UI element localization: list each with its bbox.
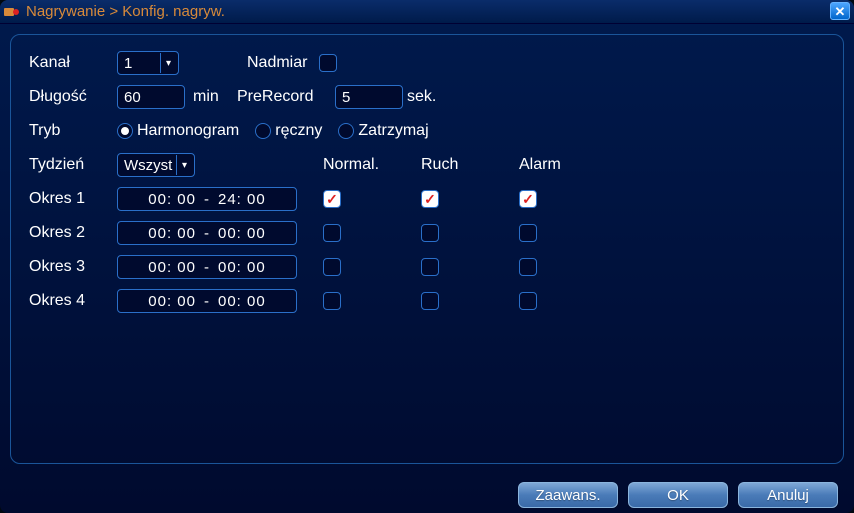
row-length: Długość 60 min PreRecord 5 sek. <box>29 85 825 109</box>
time-to: 00: 00 <box>218 259 266 276</box>
titlebar: Nagrywanie > Konfig. nagryw. ✕ <box>0 0 854 24</box>
input-length-value: 60 <box>124 89 141 106</box>
period-time-range[interactable]: 00: 00-00: 00 <box>117 289 297 313</box>
time-from: 00: 00 <box>148 191 196 208</box>
label-mode-manual: ręczny <box>275 122 322 140</box>
dash: - <box>204 191 210 208</box>
content-panel: Kanał 1 ▾ Nadmiar Długość 60 min PreReco… <box>10 34 844 464</box>
time-to: 00: 00 <box>218 225 266 242</box>
checkbox-redundancy[interactable] <box>319 54 337 72</box>
period-label: Okres 3 <box>29 258 117 276</box>
radio-manual[interactable] <box>255 123 271 139</box>
input-prerecord-value: 5 <box>342 89 350 106</box>
period-row-1: Okres 100: 00-24: 00 <box>29 187 825 211</box>
chevron-down-icon: ▾ <box>160 53 176 73</box>
advanced-button[interactable]: Zaawans. <box>518 482 618 508</box>
label-min: min <box>193 88 237 106</box>
checkbox-period-normal[interactable] <box>323 292 341 310</box>
period-time-range[interactable]: 00: 00-00: 00 <box>117 221 297 245</box>
checkbox-period-normal[interactable] <box>323 190 341 208</box>
dash: - <box>204 225 210 242</box>
period-row-3: Okres 300: 00-00: 00 <box>29 255 825 279</box>
checkbox-period-alarm[interactable] <box>519 258 537 276</box>
period-label: Okres 1 <box>29 190 117 208</box>
checkbox-period-normal[interactable] <box>323 224 341 242</box>
time-from: 00: 00 <box>148 225 196 242</box>
header-alarm: Alarm <box>519 156 617 174</box>
label-week: Tydzień <box>29 156 117 174</box>
radio-schedule[interactable] <box>117 123 133 139</box>
header-motion: Ruch <box>421 156 519 174</box>
label-mode: Tryb <box>29 122 117 140</box>
input-prerecord[interactable]: 5 <box>335 85 403 109</box>
checkbox-period-motion[interactable] <box>421 190 439 208</box>
select-channel[interactable]: 1 ▾ <box>117 51 179 75</box>
period-time-range[interactable]: 00: 00-00: 00 <box>117 255 297 279</box>
checkbox-period-alarm[interactable] <box>519 190 537 208</box>
time-from: 00: 00 <box>148 259 196 276</box>
period-row-2: Okres 200: 00-00: 00 <box>29 221 825 245</box>
close-button[interactable]: ✕ <box>830 2 850 20</box>
ok-button[interactable]: OK <box>628 482 728 508</box>
checkbox-period-normal[interactable] <box>323 258 341 276</box>
input-length[interactable]: 60 <box>117 85 185 109</box>
label-channel: Kanał <box>29 54 117 72</box>
checkbox-period-motion[interactable] <box>421 292 439 310</box>
checkbox-period-alarm[interactable] <box>519 224 537 242</box>
label-prerecord: PreRecord <box>237 88 335 106</box>
period-time-range[interactable]: 00: 00-24: 00 <box>117 187 297 211</box>
period-label: Okres 2 <box>29 224 117 242</box>
checkbox-period-motion[interactable] <box>421 258 439 276</box>
time-to: 00: 00 <box>218 293 266 310</box>
label-redundancy: Nadmiar <box>247 54 307 72</box>
label-sec: sek. <box>407 88 436 106</box>
checkbox-period-alarm[interactable] <box>519 292 537 310</box>
row-mode: Tryb Harmonogram ręczny Zatrzymaj <box>29 119 825 143</box>
chevron-down-icon: ▾ <box>176 155 192 175</box>
checkbox-period-motion[interactable] <box>421 224 439 242</box>
radio-stop[interactable] <box>338 123 354 139</box>
cancel-button[interactable]: Anuluj <box>738 482 838 508</box>
dash: - <box>204 259 210 276</box>
window: Nagrywanie > Konfig. nagryw. ✕ Kanał 1 ▾… <box>0 0 854 513</box>
label-mode-stop: Zatrzymaj <box>358 122 428 140</box>
time-from: 00: 00 <box>148 293 196 310</box>
label-mode-schedule: Harmonogram <box>137 122 239 140</box>
record-config-icon <box>4 4 20 20</box>
row-channel: Kanał 1 ▾ Nadmiar <box>29 51 825 75</box>
select-week-value: Wszyst <box>124 157 172 174</box>
time-to: 24: 00 <box>218 191 266 208</box>
footer-buttons: Zaawans. OK Anuluj <box>0 474 854 508</box>
row-week-headers: Tydzień Wszyst ▾ Normal. Ruch Alarm <box>29 153 825 177</box>
select-week[interactable]: Wszyst ▾ <box>117 153 195 177</box>
period-row-4: Okres 400: 00-00: 00 <box>29 289 825 313</box>
label-length: Długość <box>29 88 117 106</box>
period-label: Okres 4 <box>29 292 117 310</box>
window-title: Nagrywanie > Konfig. nagryw. <box>26 3 225 20</box>
header-normal: Normal. <box>323 156 421 174</box>
dash: - <box>204 293 210 310</box>
select-channel-value: 1 <box>124 55 132 72</box>
close-icon: ✕ <box>835 5 846 18</box>
